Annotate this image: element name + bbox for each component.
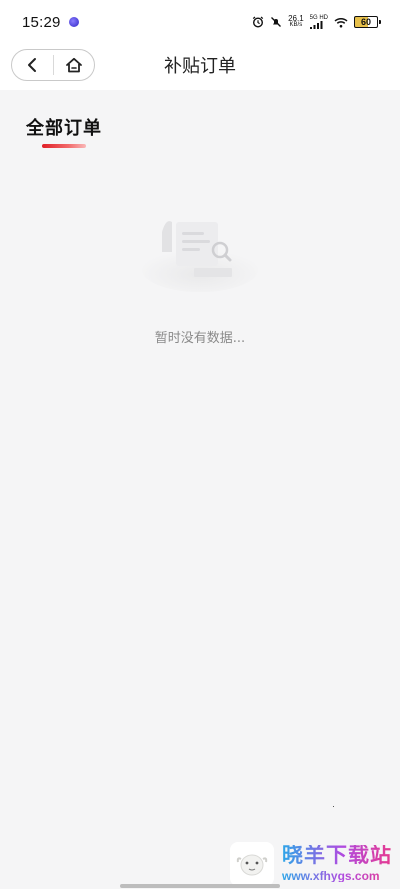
battery-level: 60 [360,17,371,27]
watermark-title: 晓羊下载站 [282,843,392,867]
app-notification-icon [68,17,79,27]
empty-document-search-icon [142,221,258,292]
status-left: 15:29 [22,14,79,31]
page-title: 补贴订单 [164,56,236,77]
network-speed-value: 26.1 [288,14,304,23]
tab-all-orders[interactable]: 全部订单 [26,114,102,148]
status-right: 26.1 KB/s 5G HD 60 [252,15,381,29]
status-bar: 15:29 26.1 KB/s 5G HD 60 [0,0,400,44]
watermark-url: www.xfhygs.com [282,870,392,882]
network-speed-unit: KB/s [289,22,303,28]
tab-label: 全部订单 [26,118,102,139]
cellular-signal: 5G HD [309,15,328,29]
sheep-logo-icon [230,841,274,886]
watermark: 晓羊下载站 www.xfhygs.com [230,838,400,889]
wifi-icon [334,17,348,27]
network-speed: 26.1 KB/s [288,15,304,29]
nav-bar: 补贴订单 [0,44,400,90]
signal-icon [309,21,323,29]
tab-active-indicator [42,144,86,148]
home-indicator[interactable] [120,884,280,888]
status-time: 15:29 [22,13,61,31]
empty-message: 暂时没有数据... [154,331,246,346]
battery-icon: 60 [354,16,381,28]
alarm-icon [252,16,264,28]
watermark-text: 晓羊下载站 www.xfhygs.com [282,843,392,883]
mute-icon [271,17,282,27]
screen-speck [333,806,334,807]
